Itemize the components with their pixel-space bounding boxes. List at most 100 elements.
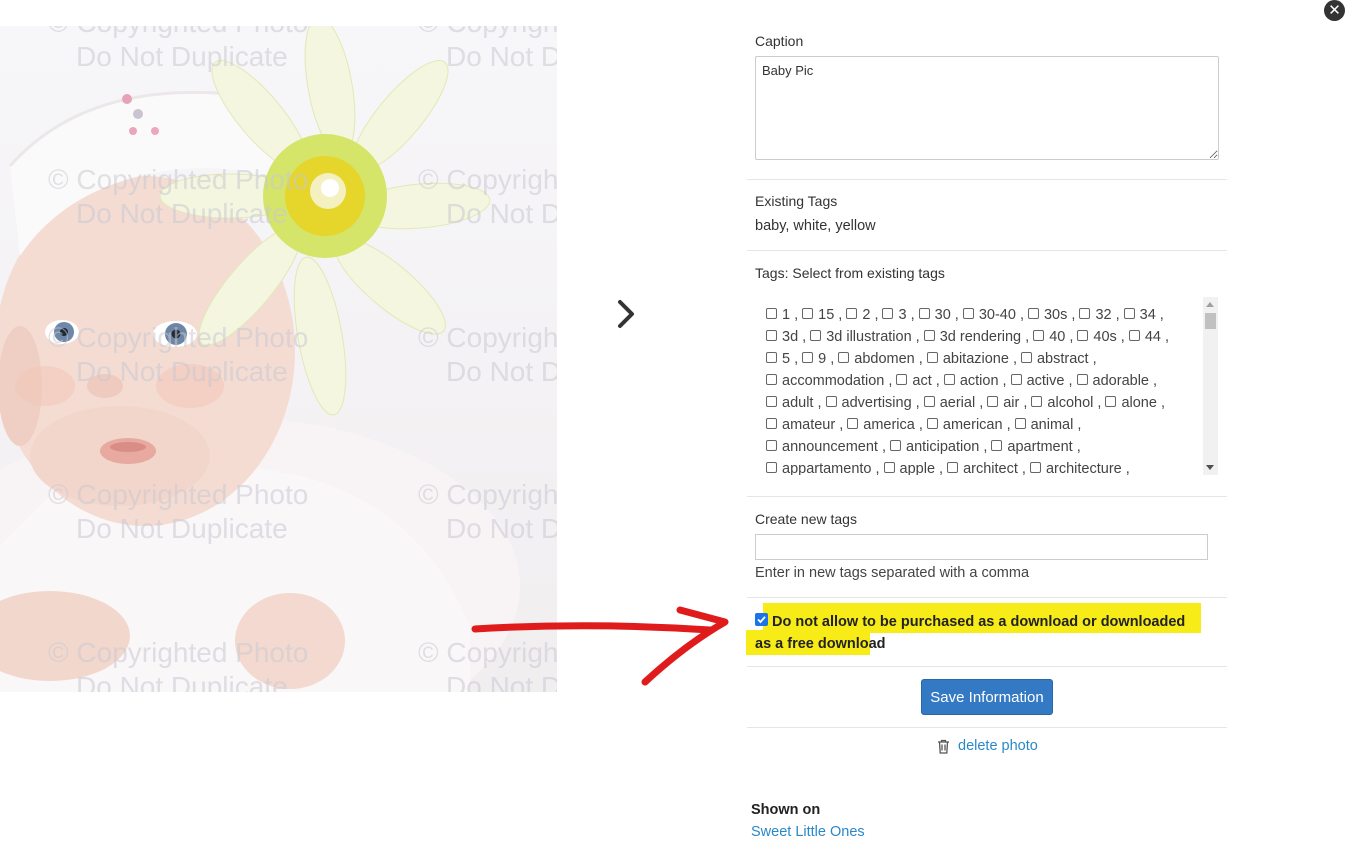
tag-label: abdomen — [854, 351, 915, 367]
tag-checkbox[interactable] — [987, 396, 999, 407]
divider — [747, 597, 1227, 598]
delete-photo-label[interactable]: delete photo — [958, 738, 1038, 754]
tag-label: 34 — [1139, 307, 1156, 323]
tag-list-scrollbar[interactable] — [1203, 297, 1218, 475]
tag-checkbox[interactable] — [1014, 418, 1026, 429]
next-photo-button[interactable] — [610, 294, 642, 334]
delete-photo-link[interactable]: delete photo — [937, 738, 1038, 754]
divider — [747, 666, 1227, 667]
tag-label: amateur — [782, 417, 836, 433]
tag-label: announcement — [782, 439, 878, 455]
tag-checkbox[interactable] — [802, 308, 814, 319]
tag-row: appartamento , apple , architect , architec… — [766, 458, 1218, 475]
caption-input[interactable] — [755, 56, 1219, 160]
tag-checkbox-list[interactable]: 1 , 15 ,2 ,3 , 30 , 30-40 , 30s , 32 , 34 , 3d … — [766, 297, 1218, 475]
scroll-down-icon[interactable] — [1206, 465, 1214, 470]
scroll-thumb[interactable] — [1205, 313, 1216, 329]
tag-checkbox[interactable] — [1029, 462, 1041, 473]
tag-label: architect — [963, 461, 1018, 475]
tag-checkbox[interactable] — [923, 330, 935, 341]
tag-checkbox[interactable] — [1128, 330, 1140, 341]
tag-checkbox[interactable] — [838, 352, 850, 363]
tag-checkbox[interactable] — [991, 440, 1003, 451]
watermark: © Copyrighted PhotoDo Not Duplicate — [418, 479, 557, 544]
tag-checkbox[interactable] — [1020, 352, 1032, 363]
tag-checkbox[interactable] — [1033, 330, 1045, 341]
tag-checkbox[interactable] — [926, 352, 938, 363]
tag-row: 1 , 15 ,2 ,3 , 30 , 30-40 , 30s , 32 , 34 , — [766, 304, 1218, 326]
tag-checkbox[interactable] — [1010, 374, 1022, 385]
tag-checkbox[interactable] — [1105, 396, 1117, 407]
tag-row: 5 ,9 , abdomen , abitazione , abstract , — [766, 348, 1218, 370]
tag-checkbox[interactable] — [1027, 308, 1039, 319]
tag-checkbox[interactable] — [1123, 308, 1135, 319]
tag-label: 3d rendering — [939, 329, 1022, 345]
close-icon[interactable]: ✕ — [1324, 0, 1345, 21]
watermark: © Copyrighted PhotoDo Not Duplicate — [48, 637, 309, 692]
new-tags-label: Create new tags — [755, 511, 857, 527]
tag-label: anticipation — [906, 439, 980, 455]
tag-label: 3d — [782, 329, 799, 345]
gallery-link[interactable]: Sweet Little Ones — [751, 824, 865, 840]
scroll-up-icon[interactable] — [1206, 302, 1214, 307]
tag-checkbox[interactable] — [766, 396, 777, 407]
tag-label: america — [863, 417, 915, 433]
tag-checkbox[interactable] — [962, 308, 974, 319]
tag-label: advertising — [841, 395, 912, 411]
download-option-label: Do not allow to be purchased as a downlo… — [755, 614, 1186, 652]
tag-checkbox[interactable] — [883, 462, 895, 473]
tag-label: abitazione — [942, 351, 1009, 367]
tag-checkbox[interactable] — [896, 374, 908, 385]
divider — [747, 179, 1227, 180]
watermark: © Copyrighted PhotoDo Not Duplicate — [418, 164, 557, 229]
tag-checkbox[interactable] — [766, 352, 777, 363]
tag-checkbox[interactable] — [882, 308, 894, 319]
tag-checkbox[interactable] — [766, 308, 777, 319]
new-tags-input[interactable] — [755, 534, 1208, 560]
tag-checkbox[interactable] — [926, 418, 938, 429]
tag-checkbox[interactable] — [802, 352, 814, 363]
tag-row: amateur , america , american , animal , — [766, 414, 1218, 436]
tag-checkbox[interactable] — [846, 308, 858, 319]
save-information-button[interactable]: Save Information — [921, 679, 1053, 715]
tag-checkbox[interactable] — [943, 374, 955, 385]
tag-checkbox[interactable] — [847, 418, 859, 429]
tag-checkbox[interactable] — [766, 374, 777, 385]
photo-preview: © Copyrighted PhotoDo Not Duplicate © Co… — [0, 26, 557, 692]
tag-label: 40 — [1049, 329, 1066, 345]
tag-checkbox[interactable] — [825, 396, 837, 407]
watermark: © Copyrighted PhotoDo Not Duplicate — [48, 164, 309, 229]
tag-row: 3d , 3d illustration , 3d rendering , 40 ,4… — [766, 326, 1218, 348]
tag-label: 15 — [818, 307, 835, 323]
tag-checkbox[interactable] — [1076, 374, 1088, 385]
tag-row: announcement , anticipation , apartment , — [766, 436, 1218, 458]
tag-checkbox[interactable] — [890, 440, 901, 451]
tag-label: 40s — [1093, 329, 1117, 345]
tag-label: 44 — [1144, 329, 1161, 345]
tag-checkbox[interactable] — [947, 462, 959, 473]
tag-row: accommodation , act , action , active , ador… — [766, 370, 1218, 392]
tag-checkbox[interactable] — [918, 308, 930, 319]
tag-label: action — [959, 373, 999, 389]
watermark: © Copyrighted PhotoDo Not Duplicate — [418, 322, 557, 387]
tag-label: 9 — [818, 351, 827, 367]
tag-label: 30s — [1043, 307, 1068, 323]
caption-label: Caption — [755, 33, 804, 49]
tag-label: 30-40 — [978, 307, 1016, 323]
tag-checkbox[interactable] — [810, 330, 822, 341]
tag-checkbox[interactable] — [766, 462, 777, 473]
tag-checkbox[interactable] — [1031, 396, 1043, 407]
tag-label: alone — [1121, 395, 1157, 411]
tag-checkbox[interactable] — [766, 418, 777, 429]
tag-label: accommodation — [782, 373, 885, 389]
watermark: © Copyrighted PhotoDo Not Duplicate — [48, 322, 309, 387]
tag-checkbox[interactable] — [1077, 330, 1089, 341]
tag-checkbox[interactable] — [1079, 308, 1091, 319]
tag-checkbox[interactable] — [766, 440, 777, 451]
download-option-checkbox[interactable] — [755, 613, 768, 626]
chevron-right-icon — [618, 300, 634, 328]
trash-icon — [938, 739, 949, 754]
tag-row: adult , advertising , aerial , air , alcohol… — [766, 392, 1218, 414]
tag-checkbox[interactable] — [766, 330, 777, 341]
tag-checkbox[interactable] — [923, 396, 935, 407]
